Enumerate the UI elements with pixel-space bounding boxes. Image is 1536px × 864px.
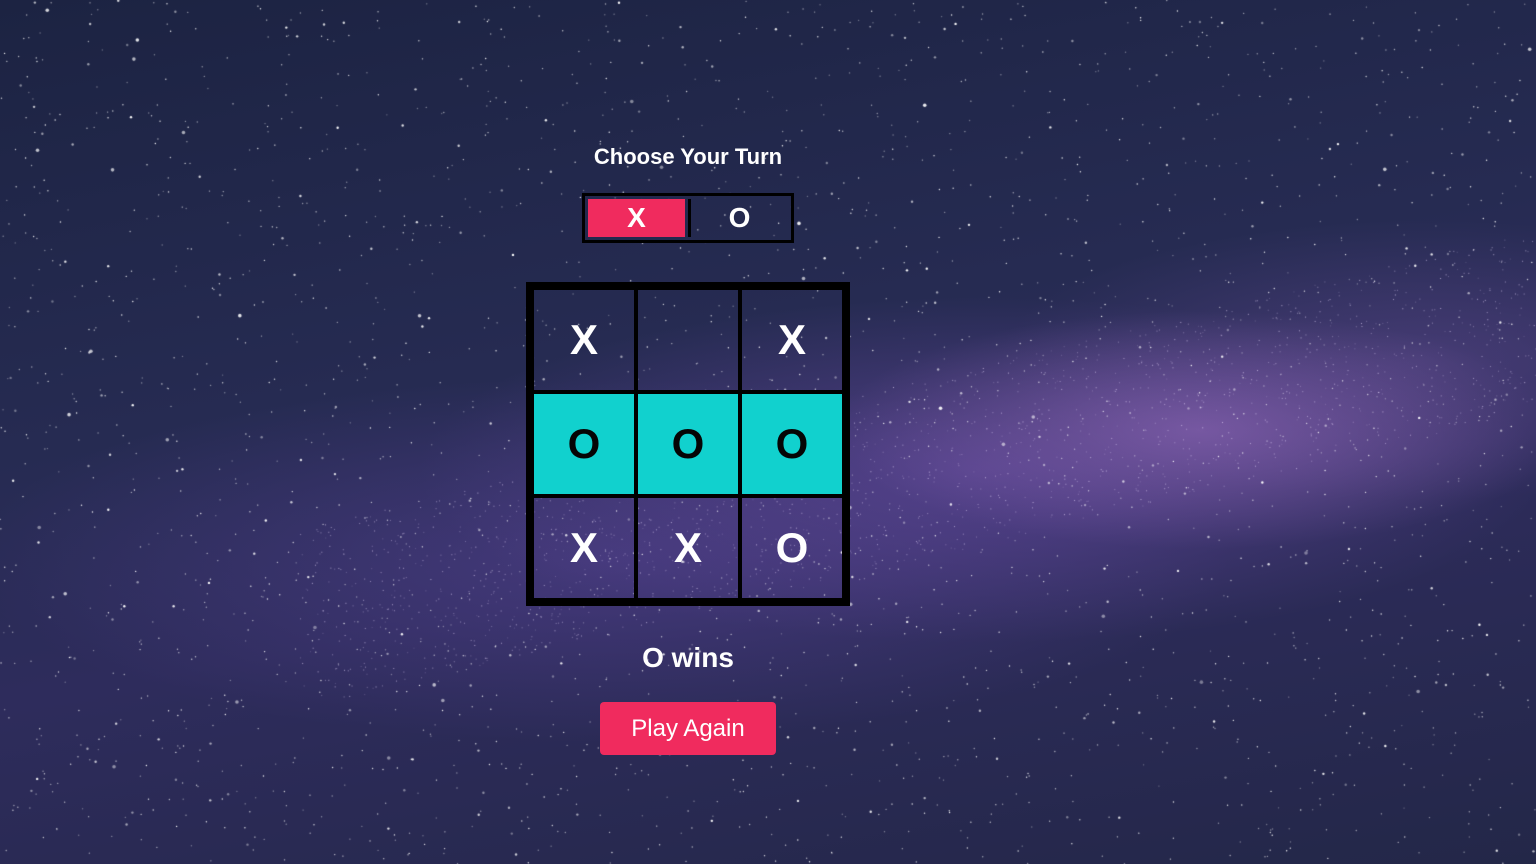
board-cell[interactable]: O bbox=[532, 392, 636, 496]
board-cell[interactable]: O bbox=[636, 392, 740, 496]
turn-selector: X O bbox=[582, 193, 794, 243]
game-container: Choose Your Turn X O X X O O O X X O O w… bbox=[0, 0, 1536, 864]
turn-option-x[interactable]: X bbox=[588, 199, 685, 237]
board-cell[interactable]: X bbox=[532, 496, 636, 600]
board-cell[interactable]: X bbox=[740, 288, 844, 392]
board-cell[interactable]: O bbox=[740, 392, 844, 496]
board-cell[interactable]: O bbox=[740, 496, 844, 600]
game-result: O wins bbox=[642, 642, 734, 673]
board-cell[interactable]: X bbox=[532, 288, 636, 392]
turn-option-o[interactable]: O bbox=[688, 199, 788, 237]
board-cell[interactable]: X bbox=[636, 496, 740, 600]
game-board: X X O O O X X O bbox=[526, 282, 850, 606]
board-cell[interactable] bbox=[636, 288, 740, 392]
play-again-button[interactable]: Play Again bbox=[600, 702, 776, 755]
page-title: Choose Your Turn bbox=[593, 144, 783, 169]
